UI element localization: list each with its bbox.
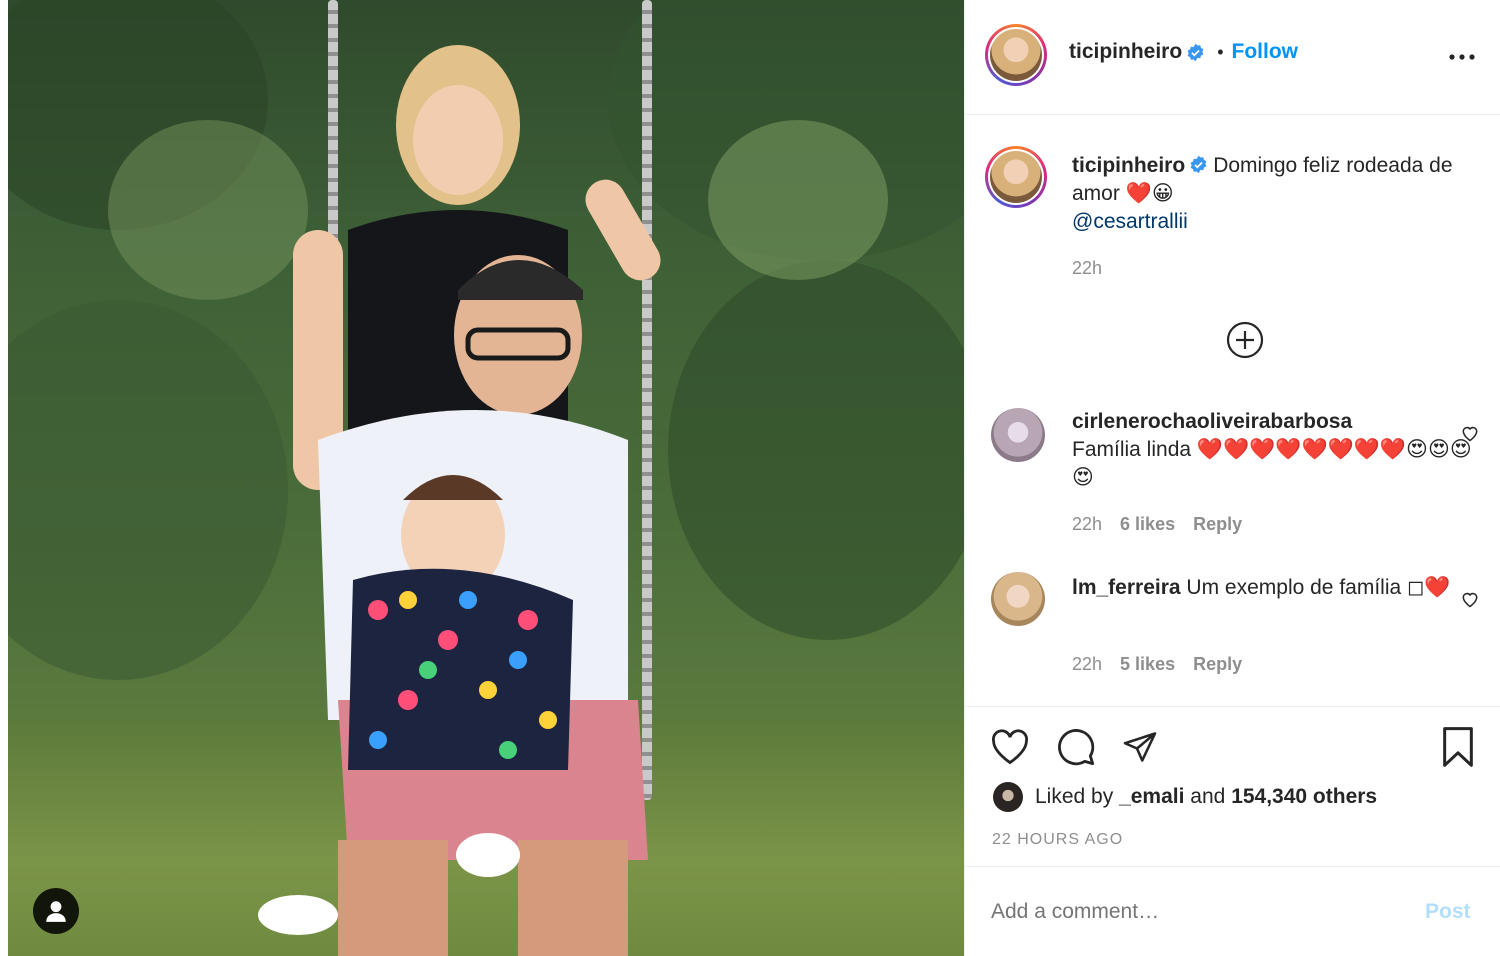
comment-likes[interactable]: 5 likes	[1120, 654, 1175, 674]
likes-count[interactable]: 154,340 others	[1231, 785, 1377, 809]
save-bookmark-icon[interactable]	[1435, 724, 1481, 770]
comment-body: cirlenerochaoliveirabarbosa Família lind…	[1072, 408, 1482, 492]
comment-avatar[interactable]	[991, 572, 1045, 626]
post-sidebar: ticipinheiro • Follow ticipinheiro Domin…	[964, 0, 1500, 956]
comment-likes[interactable]: 6 likes	[1120, 514, 1175, 534]
caption: ticipinheiro Domingo feliz rodeada de am…	[1072, 152, 1482, 236]
comment-body: lm_ferreira Um exemplo de família ◻❤️	[1072, 574, 1482, 602]
more-options-icon[interactable]	[1439, 42, 1485, 72]
caption-avatar[interactable]	[985, 146, 1047, 208]
comment-text: Família linda ❤️❤️❤️❤️❤️❤️❤️❤️😍😍😍😍	[1072, 438, 1472, 489]
caption-time[interactable]: 22h	[1072, 258, 1102, 279]
comment-meta: 22h 5 likes Reply	[1072, 654, 1260, 675]
liker-avatar[interactable]	[993, 782, 1023, 812]
like-comment-heart-icon[interactable]	[1457, 420, 1483, 446]
comment-text: Um exemplo de família ◻❤️	[1186, 576, 1451, 599]
post-comment-button[interactable]: Post	[1425, 900, 1471, 924]
header-dot: •	[1217, 41, 1224, 62]
comment-meta: 22h 6 likes Reply	[1072, 514, 1260, 535]
verified-badge-icon	[1190, 155, 1207, 174]
add-comment-input[interactable]	[991, 892, 1391, 932]
post-timestamp[interactable]: 22 HOURS AGO	[992, 831, 1123, 849]
verified-badge-icon	[1187, 43, 1204, 61]
author-avatar[interactable]	[985, 24, 1047, 86]
liked-by-and: and	[1190, 785, 1226, 808]
like-heart-icon[interactable]	[987, 726, 1033, 768]
caption-username[interactable]: ticipinheiro	[1072, 154, 1185, 177]
load-more-comments-icon[interactable]	[1225, 320, 1265, 360]
caption-mention[interactable]: @cesartrallii	[1072, 210, 1188, 233]
family-illustration	[258, 45, 661, 956]
likes-summary: Liked by _emali and 154,340 others	[993, 782, 1377, 812]
post-header: ticipinheiro • Follow	[965, 0, 1500, 114]
share-paper-plane-icon[interactable]	[1117, 726, 1163, 768]
like-comment-heart-icon[interactable]	[1457, 586, 1483, 612]
comment-username[interactable]: lm_ferreira	[1072, 576, 1181, 599]
liked-by-prefix: Liked by	[1035, 785, 1114, 808]
comment-username[interactable]: cirlenerochaoliveirabarbosa	[1072, 410, 1352, 433]
reply-button[interactable]: Reply	[1193, 654, 1242, 674]
reply-button[interactable]: Reply	[1193, 514, 1242, 534]
post-photo[interactable]	[8, 0, 964, 956]
author-username[interactable]: ticipinheiro	[1069, 40, 1182, 64]
tagged-people-icon[interactable]	[33, 888, 79, 934]
comment-time[interactable]: 22h	[1072, 654, 1102, 674]
comment-avatar[interactable]	[991, 408, 1045, 462]
follow-button[interactable]: Follow	[1232, 40, 1299, 64]
liker-username[interactable]: _emali	[1119, 785, 1184, 809]
comment-time[interactable]: 22h	[1072, 514, 1102, 534]
comment-bubble-icon[interactable]	[1053, 726, 1099, 768]
